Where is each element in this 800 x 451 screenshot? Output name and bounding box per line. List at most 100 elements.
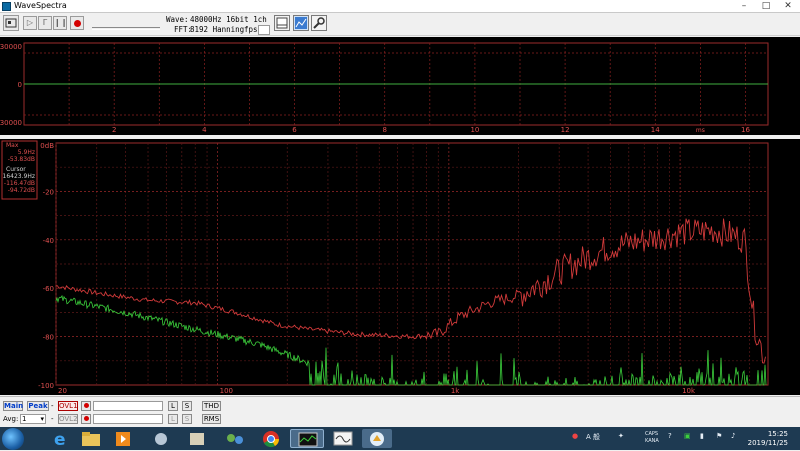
app-taskbar-button-1[interactable] bbox=[148, 429, 174, 448]
scope-icon bbox=[295, 17, 307, 29]
maximize-button[interactable]: □ bbox=[758, 1, 774, 11]
ovl1-name-field[interactable] bbox=[93, 401, 163, 411]
ovl1-button[interactable]: OVL1 bbox=[58, 401, 78, 411]
scope-settings-button[interactable] bbox=[293, 15, 309, 31]
max-frequency: 5.9Hz bbox=[18, 149, 35, 156]
ovl2-load-button[interactable]: L bbox=[168, 414, 178, 424]
rms-button[interactable]: RMS bbox=[202, 414, 221, 424]
pause-button[interactable]: ❙❙ bbox=[53, 16, 67, 30]
window-title: WaveSpectra bbox=[14, 1, 67, 10]
window-layout-icon bbox=[276, 17, 288, 29]
help-icon[interactable]: ? bbox=[668, 432, 672, 440]
clock-time: 15:25 bbox=[767, 430, 788, 438]
app-taskbar-button-2[interactable] bbox=[184, 429, 210, 448]
cursor-label: Cursor bbox=[6, 166, 26, 173]
ime-indicator[interactable]: A 般 bbox=[586, 432, 600, 442]
wavespectra-taskbar-button[interactable] bbox=[290, 429, 324, 448]
volume-icon[interactable]: ♪ bbox=[731, 432, 735, 440]
app-taskbar-button-3[interactable] bbox=[222, 429, 248, 448]
network-status-icon[interactable]: ⚑ bbox=[716, 432, 722, 440]
system-clock[interactable]: 15:25 2019/11/25 bbox=[748, 430, 788, 448]
ovl2-name-field[interactable] bbox=[93, 414, 163, 424]
fps-field bbox=[258, 25, 270, 35]
thd-button[interactable]: THD bbox=[202, 401, 221, 411]
position-slider[interactable] bbox=[92, 27, 160, 30]
settings-button[interactable] bbox=[311, 15, 327, 31]
app-taskbar-button-4[interactable] bbox=[362, 429, 392, 448]
record-button[interactable] bbox=[70, 16, 84, 30]
spectrum-x-tick: 1k bbox=[451, 387, 460, 395]
spectrum-x-tick: 100 bbox=[220, 387, 233, 395]
device-icon bbox=[5, 18, 17, 28]
app-icon bbox=[190, 433, 204, 445]
waveform-x-tick: 4 bbox=[202, 126, 207, 134]
spectrum-current-trace bbox=[55, 294, 767, 387]
waveform-x-tick: 16 bbox=[741, 126, 750, 134]
ovl2-save-button[interactable]: S bbox=[182, 414, 192, 424]
waveform-panel[interactable]: 30000 0 -30000 2 4 6 8 10 12 14 16 ms bbox=[0, 37, 800, 135]
kana-indicator: KANA bbox=[645, 438, 659, 444]
app-icon bbox=[155, 433, 167, 445]
toolbar: ▷ Γ ❙❙ Wave: 48000Hz 16bit 1ch FFT: 8192… bbox=[0, 13, 800, 36]
avg-label: Avg: bbox=[3, 415, 19, 423]
wave-label: Wave: bbox=[166, 15, 189, 24]
spectrum-x-tick: 10k bbox=[682, 387, 696, 395]
avg-select[interactable]: 1 ▾ bbox=[20, 414, 46, 424]
chrome-taskbar-button[interactable] bbox=[258, 429, 284, 448]
record-status-icon: ● bbox=[572, 432, 579, 440]
waveform-y-tick: 30000 bbox=[0, 43, 22, 51]
waveform-x-tick: 6 bbox=[292, 126, 297, 134]
network-icon bbox=[227, 434, 243, 444]
ime-tools-icon[interactable]: ✦ bbox=[618, 432, 624, 440]
wrench-icon bbox=[313, 17, 325, 29]
waveform-x-tick: 10 bbox=[470, 126, 479, 134]
waveform-x-tick: 2 bbox=[112, 126, 116, 134]
battery-icon[interactable]: ▮ bbox=[700, 432, 704, 440]
wavegene-taskbar-button[interactable] bbox=[328, 429, 358, 448]
media-player-icon bbox=[116, 432, 130, 446]
ovl2-button[interactable]: OVL2 bbox=[58, 414, 78, 424]
ovl2-record-button[interactable] bbox=[81, 414, 91, 424]
waveform-x-tick: 8 bbox=[382, 126, 386, 134]
ovl1-save-button[interactable]: S bbox=[182, 401, 192, 411]
spectrum-y-tick: -80 bbox=[43, 334, 54, 342]
svg-text:e: e bbox=[54, 430, 66, 448]
spectrum-max-trace bbox=[56, 218, 766, 364]
chevron-down-icon: ▾ bbox=[40, 415, 44, 423]
max-label: Max bbox=[6, 142, 19, 149]
title-bar: WaveSpectra – □ ✕ bbox=[0, 0, 800, 13]
play-button[interactable]: ▷ bbox=[23, 16, 37, 30]
tray-app-icon[interactable]: ▣ bbox=[684, 432, 691, 440]
device-settings-button[interactable] bbox=[3, 15, 19, 31]
internet-explorer-icon: e bbox=[54, 430, 66, 450]
window-layout-button[interactable] bbox=[274, 15, 290, 31]
close-button[interactable]: ✕ bbox=[780, 1, 796, 11]
wavegene-icon bbox=[333, 431, 353, 446]
cursor-level: -116.47dB bbox=[4, 180, 35, 187]
ovl1-load-button[interactable]: L bbox=[168, 401, 178, 411]
waveform-y-tick: -30000 bbox=[0, 119, 22, 127]
cursor-level-2: -94.72dB bbox=[8, 187, 35, 194]
folder-icon bbox=[82, 432, 100, 446]
spectrum-y-tick: 0dB bbox=[40, 142, 54, 150]
spectrum-y-tick: -100 bbox=[38, 382, 54, 390]
ie-taskbar-button[interactable]: e bbox=[48, 429, 74, 450]
main-button[interactable]: Main bbox=[3, 401, 23, 411]
spectrum-panel[interactable]: 0dB -20 -40 -60 -80 -100 20 100 1k 10k Max 5.9Hz -53… bbox=[0, 139, 800, 395]
explorer-taskbar-button[interactable] bbox=[78, 429, 104, 448]
chrome-icon bbox=[263, 431, 280, 448]
cursor-frequency: 16423.9Hz bbox=[3, 173, 35, 180]
start-button[interactable] bbox=[2, 428, 24, 450]
waveform-x-tick: 12 bbox=[561, 126, 570, 134]
step-button[interactable]: Γ bbox=[38, 16, 52, 30]
media-player-taskbar-button[interactable] bbox=[110, 429, 136, 448]
minimize-button[interactable]: – bbox=[736, 1, 752, 11]
spectrum-y-tick: -60 bbox=[43, 285, 54, 293]
taskbar: e ● A 般 ✦ CAPS KANA ? ▣ ▮ ⚑ ♪ 15:25 2019… bbox=[0, 427, 800, 450]
max-level: -53.83dB bbox=[8, 156, 35, 163]
spectrum-y-tick: -40 bbox=[43, 237, 54, 245]
peak-button[interactable]: Peak bbox=[27, 401, 49, 411]
wavespectra-icon bbox=[298, 432, 318, 447]
caps-indicator: CAPS bbox=[645, 431, 659, 437]
ovl1-record-button[interactable] bbox=[81, 401, 91, 411]
